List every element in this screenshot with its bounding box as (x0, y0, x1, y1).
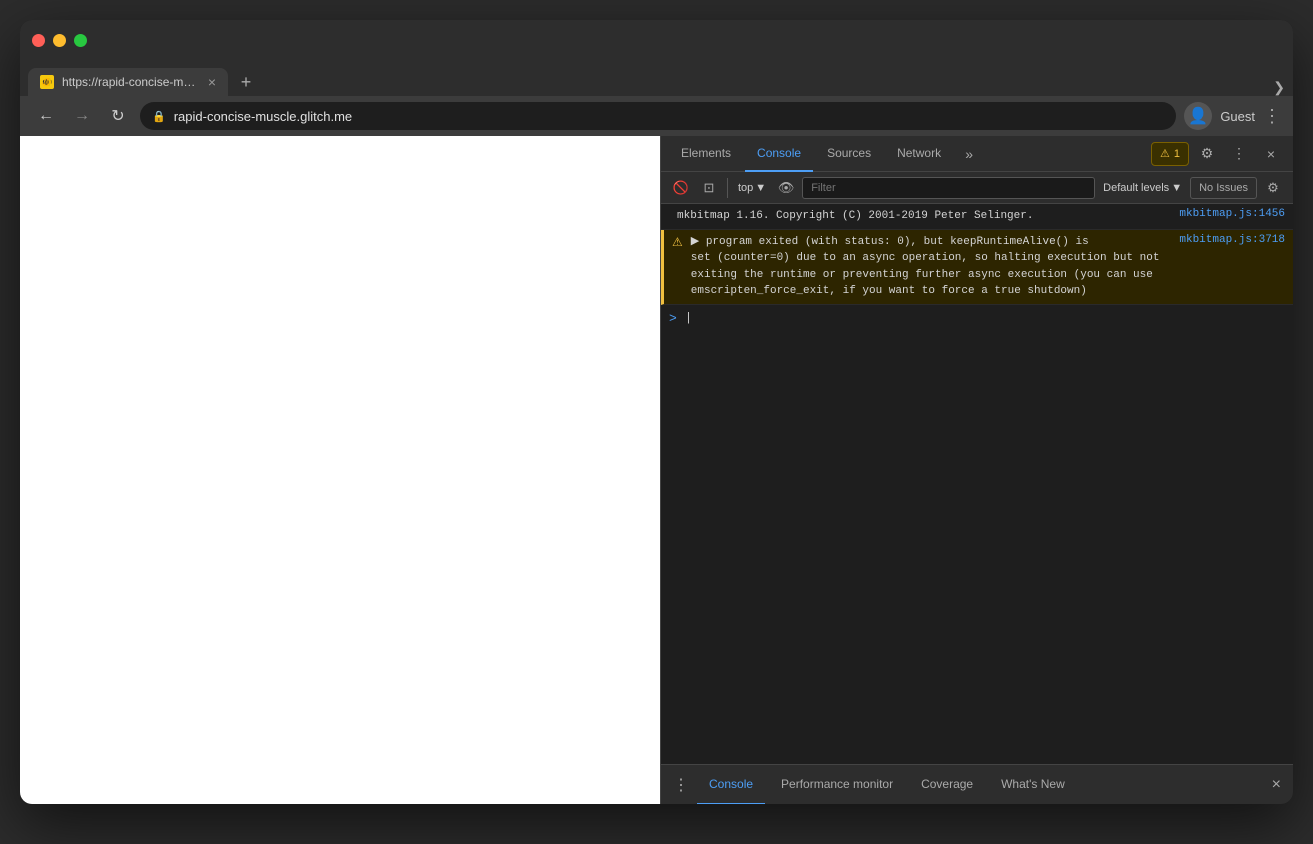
address-text: rapid-concise-muscle.glitch.me (174, 109, 1165, 124)
console-info-text: mkbitmap 1.16. Copyright (C) 2001-2019 P… (677, 208, 1171, 225)
issues-button[interactable]: ⚠ 1 (1151, 142, 1189, 166)
title-bar (20, 20, 1293, 60)
devtools-close-button[interactable]: × (1257, 140, 1285, 168)
console-settings-button[interactable]: ⚙ (1261, 176, 1285, 200)
profile-label: Guest (1220, 109, 1255, 124)
console-link-warning[interactable]: mkbitmap.js:3718 (1179, 234, 1285, 246)
tab-elements[interactable]: Elements (669, 136, 743, 172)
webpage-area (20, 136, 660, 804)
warning-icon: ⚠ (1160, 147, 1170, 160)
eye-icon: 👁 (778, 180, 795, 196)
drawer-tab-coverage[interactable]: Coverage (909, 765, 985, 805)
close-traffic-light[interactable] (32, 34, 45, 47)
tab-title: https://rapid-concise-muscle.g... (62, 75, 200, 89)
top-chevron-icon: ▼ (755, 182, 766, 194)
levels-chevron-icon: ▼ (1171, 182, 1182, 194)
clear-console-button[interactable]: 🚫 (669, 176, 693, 200)
drawer-right: × (1268, 772, 1285, 798)
console-prompt-row: > | (661, 305, 1293, 332)
inspect-icon: ⊡ (704, 180, 715, 196)
tab-network[interactable]: Network (885, 136, 953, 172)
tab-bar-chevron-icon[interactable]: ❯ (1273, 79, 1285, 96)
prompt-arrow-icon: > (669, 311, 677, 326)
omnibar-right: 👤 Guest ⋮ (1184, 102, 1281, 130)
reload-button[interactable]: ↻ (104, 102, 132, 130)
eye-button[interactable]: 👁 (774, 176, 798, 200)
lock-icon: 🔒 (152, 110, 166, 123)
devtools-header: Elements Console Sources Network » ⚠ 1 (661, 136, 1293, 172)
devtools-header-right: ⚠ 1 ⚙ ⋮ × (1151, 140, 1285, 168)
tab-bar-right: ❯ (1273, 79, 1285, 96)
top-context-label: top (738, 182, 753, 194)
devtools-toolbar: 🚫 ⊡ top ▼ 👁 Default levels ▼ (661, 172, 1293, 204)
tab-favicon: 🐠 (40, 75, 54, 89)
browser-window: 🐠 https://rapid-concise-muscle.g... × + … (20, 20, 1293, 804)
traffic-lights (32, 34, 87, 47)
content-area: Elements Console Sources Network » ⚠ 1 (20, 136, 1293, 804)
tab-bar: 🐠 https://rapid-concise-muscle.g... × + … (20, 60, 1293, 96)
forward-button[interactable]: → (68, 102, 96, 130)
new-tab-button[interactable]: + (232, 68, 260, 96)
devtools-panel: Elements Console Sources Network » ⚠ 1 (660, 136, 1293, 804)
warning-triangle-icon: ⚠ (672, 235, 683, 250)
devtools-drawer: ⋮ Console Performance monitor Coverage W… (661, 764, 1293, 804)
drawer-tab-console[interactable]: Console (697, 765, 765, 805)
more-tabs-button[interactable]: » (955, 140, 983, 168)
inspect-button[interactable]: ⊡ (697, 176, 721, 200)
no-issues-button[interactable]: No Issues (1190, 177, 1257, 199)
filter-input[interactable] (802, 177, 1095, 199)
drawer-close-button[interactable]: × (1268, 772, 1285, 798)
chrome-menu-button[interactable]: ⋮ (1263, 106, 1281, 127)
drawer-dots-button[interactable]: ⋮ (669, 771, 693, 799)
maximize-traffic-light[interactable] (74, 34, 87, 47)
toolbar-divider (727, 178, 728, 198)
devtools-settings-button[interactable]: ⚙ (1193, 140, 1221, 168)
drawer-tab-whats-new[interactable]: What's New (989, 765, 1077, 805)
minimize-traffic-light[interactable] (53, 34, 66, 47)
ban-icon: 🚫 (673, 180, 689, 196)
drawer-tab-performance-monitor[interactable]: Performance monitor (769, 765, 905, 805)
address-bar[interactable]: 🔒 rapid-concise-muscle.glitch.me (140, 102, 1176, 130)
profile-button[interactable]: 👤 (1184, 102, 1212, 130)
console-output: mkbitmap 1.16. Copyright (C) 2001-2019 P… (661, 204, 1293, 764)
tab-close-button[interactable]: × (208, 74, 216, 90)
top-context-selector[interactable]: top ▼ (734, 180, 770, 196)
console-message-info: mkbitmap 1.16. Copyright (C) 2001-2019 P… (661, 204, 1293, 230)
browser-tab[interactable]: 🐠 https://rapid-concise-muscle.g... × (28, 68, 228, 96)
console-warning-text: ▶ program exited (with status: 0), but k… (691, 234, 1172, 300)
prompt-cursor[interactable]: | (685, 311, 692, 325)
default-levels-button[interactable]: Default levels ▼ (1099, 180, 1186, 196)
console-link-info[interactable]: mkbitmap.js:1456 (1179, 208, 1285, 220)
omnibar: ← → ↻ 🔒 rapid-concise-muscle.glitch.me 👤… (20, 96, 1293, 136)
devtools-more-button[interactable]: ⋮ (1225, 140, 1253, 168)
tab-sources[interactable]: Sources (815, 136, 883, 172)
console-message-warning: ⚠ ▶ program exited (with status: 0), but… (661, 230, 1293, 305)
back-button[interactable]: ← (32, 102, 60, 130)
profile-icon: 👤 (1188, 106, 1208, 126)
tab-console[interactable]: Console (745, 136, 813, 172)
